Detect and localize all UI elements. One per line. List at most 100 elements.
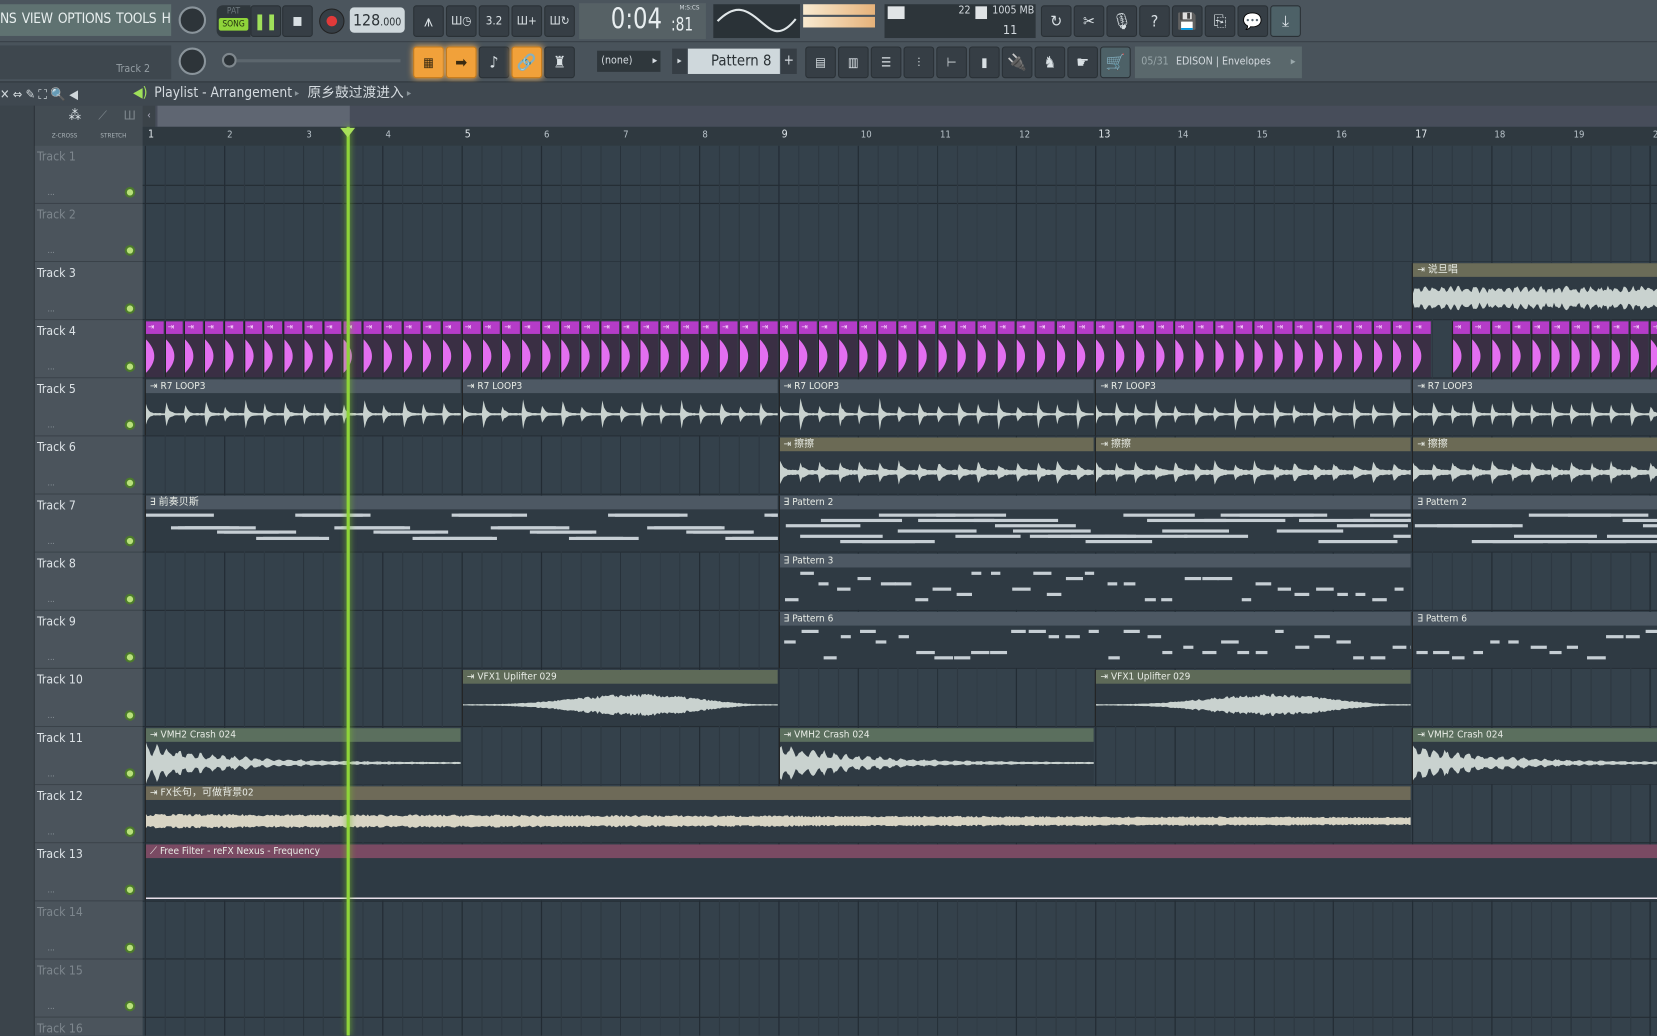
automation-icon[interactable]: ⟋ <box>98 108 107 124</box>
clip-header[interactable]: ⇥ VFX1 Uplifter 029 <box>1096 669 1411 684</box>
clip-header[interactable]: ⇥ <box>1234 321 1253 334</box>
clip-header[interactable]: ⇥ R7 LOOP3 <box>145 379 461 394</box>
clip-header[interactable]: ⇥ <box>1155 321 1174 334</box>
record-button[interactable] <box>319 8 345 34</box>
clip-header[interactable]: ⇥ <box>1096 321 1114 334</box>
clip-header[interactable]: ⇥ <box>621 321 639 334</box>
clip-header[interactable]: ⇥ <box>1175 321 1194 334</box>
track-mute-led[interactable] <box>124 652 136 663</box>
clip-header[interactable]: ⇥ <box>1195 321 1213 334</box>
chevron-right-icon[interactable]: ▸ <box>1291 46 1296 78</box>
playhead[interactable] <box>346 126 350 1036</box>
clip-header[interactable]: ⇥ <box>225 321 243 334</box>
performance-button[interactable]: ♞ <box>1034 46 1066 79</box>
clip-header[interactable]: ⇥ VMH2 Crash 024 <box>779 728 1095 742</box>
hit-clip[interactable]: ⇥ <box>1511 321 1530 378</box>
hit-clip[interactable]: ⇥ <box>600 321 619 378</box>
track-header[interactable]: Track 13 ··· <box>34 843 143 902</box>
clip-header[interactable]: ⇥ R7 LOOP3 <box>462 379 778 394</box>
track-options-dots[interactable]: ··· <box>48 830 55 840</box>
hit-clip[interactable]: ⇥ <box>1471 321 1491 378</box>
track-mute-led[interactable] <box>124 593 136 605</box>
hit-clip[interactable]: ⇥ <box>1313 321 1332 378</box>
hit-clip[interactable]: ⇥ <box>1016 321 1035 378</box>
hit-clip[interactable]: ⇥ <box>1055 321 1075 378</box>
pattern-clip[interactable]: ∃ Pattern 3 <box>778 553 1411 610</box>
clip-header[interactable]: ⇥ <box>363 321 382 334</box>
hit-clip[interactable]: ⇥ <box>421 321 441 378</box>
track-options-dots[interactable]: ··· <box>48 306 55 316</box>
waveform-icon[interactable]: ⁂ <box>69 108 81 124</box>
clip-header[interactable]: ⇥ <box>1373 321 1392 334</box>
zcross-option[interactable]: Z-CROSS <box>52 132 78 139</box>
track-mute-led[interactable] <box>124 710 136 721</box>
clip-header[interactable]: ⇥ <box>1393 321 1411 334</box>
hit-clip[interactable]: ⇥ <box>223 321 243 378</box>
clip-header[interactable]: ⇥ <box>1333 321 1352 334</box>
hit-clip[interactable]: ⇥ <box>1233 321 1253 378</box>
hit-clip[interactable]: ⇥ <box>362 321 382 378</box>
hit-clip[interactable]: ⇥ <box>738 321 758 378</box>
track-mute-led[interactable] <box>124 303 136 314</box>
clip-header[interactable]: ⇥ R7 LOOP3 <box>1096 379 1411 394</box>
clip-header[interactable]: ⇥ <box>1036 321 1055 334</box>
master-pitch-knob[interactable] <box>178 47 207 76</box>
clip-header[interactable]: ⇥ <box>700 321 718 334</box>
clip-header[interactable]: ⇥ <box>502 321 520 334</box>
hit-clip[interactable]: ⇥ <box>540 321 560 378</box>
clip-header[interactable]: ∃ Pattern 2 <box>1413 495 1657 510</box>
hit-clip[interactable]: ⇥ <box>1550 321 1570 378</box>
clip-header[interactable]: ⇥ VFX1 Uplifter 029 <box>462 669 778 684</box>
track-options-dots[interactable]: ··· <box>48 597 55 607</box>
pattern-clip[interactable]: ∃ Pattern 2 <box>778 495 1411 552</box>
hit-clip[interactable]: ⇥ <box>659 321 679 378</box>
clip-header[interactable]: ⇥ <box>937 321 956 334</box>
audio-clip[interactable]: ⇥ VFX1 Uplifter 029 <box>1095 669 1411 726</box>
hit-clip[interactable]: ⇥ <box>1194 321 1213 378</box>
clip-header[interactable]: ⇥ <box>205 321 223 334</box>
clip-header[interactable]: ∃ Pattern 6 <box>1413 611 1657 626</box>
clip-header[interactable]: ⇥ <box>799 321 817 334</box>
scroll-left-button[interactable]: ‹ <box>142 105 156 127</box>
hit-clip[interactable]: ⇥ <box>1115 321 1134 378</box>
hit-clip[interactable]: ⇥ <box>1174 321 1194 378</box>
clip-header[interactable]: ⇥ 擦擦 <box>1096 437 1411 452</box>
shop-button[interactable]: 🛒 <box>1100 46 1131 79</box>
hit-clip[interactable]: ⇥ <box>402 321 421 378</box>
hit-clip[interactable]: ⇥ <box>1214 321 1233 378</box>
speaker-icon[interactable]: ◀) <box>133 82 147 105</box>
track-header[interactable]: Track 8 ··· <box>34 552 143 611</box>
stretch-option[interactable]: STRETCH <box>100 132 126 139</box>
clip-header[interactable]: ⇥ <box>1630 321 1649 334</box>
hit-clip[interactable]: ⇥ <box>441 321 461 378</box>
clip-header[interactable]: ⇥ <box>640 321 659 334</box>
hit-clip[interactable]: ⇥ <box>1649 321 1657 378</box>
track-options-dots[interactable]: ··· <box>48 248 55 258</box>
touch-controller-button[interactable]: ☛ <box>1067 46 1098 79</box>
help-button[interactable]: ? <box>1139 5 1170 37</box>
clip-header[interactable]: ⇥ <box>383 321 402 334</box>
master-volume-knob[interactable] <box>178 6 207 34</box>
position-slider-handle[interactable] <box>221 52 237 68</box>
feedback-button[interactable]: 💬 <box>1237 5 1269 37</box>
export-audio-button[interactable]: ⎘ <box>1204 5 1236 37</box>
track-options-dots[interactable]: ··· <box>48 888 55 898</box>
clip-header[interactable]: ⇥ FX长句，可做背景02 <box>145 786 1411 800</box>
wait-for-input-button[interactable]: Ш◷ <box>445 5 477 37</box>
hit-clip[interactable]: ⇥ <box>1590 321 1609 378</box>
clip-header[interactable]: ⇥ <box>1611 321 1629 334</box>
hit-clip[interactable]: ⇥ <box>1570 321 1590 378</box>
song-title[interactable]: 原乡鼓过渡进入 <box>308 82 404 105</box>
clip-header[interactable]: ⇥ VMH2 Crash 024 <box>1413 728 1657 742</box>
hit-clip[interactable]: ⇥ <box>1372 321 1392 378</box>
clip-header[interactable]: ⇥ <box>878 321 897 334</box>
channel-selector[interactable]: (none) ▸ <box>597 50 661 72</box>
track-mute-led[interactable] <box>124 535 136 547</box>
track-header[interactable]: Track 7 ··· <box>34 494 143 553</box>
hit-clip[interactable]: ⇥ <box>877 321 897 378</box>
hit-clip[interactable]: ⇥ <box>718 321 738 378</box>
audio-clip[interactable]: ⇥ R7 LOOP3 <box>1095 379 1411 436</box>
clip-header[interactable]: ⇥ <box>541 321 560 334</box>
menu-options[interactable]: OPTIONS <box>58 12 111 28</box>
clip-header[interactable]: ∃ Pattern 6 <box>779 611 1411 626</box>
